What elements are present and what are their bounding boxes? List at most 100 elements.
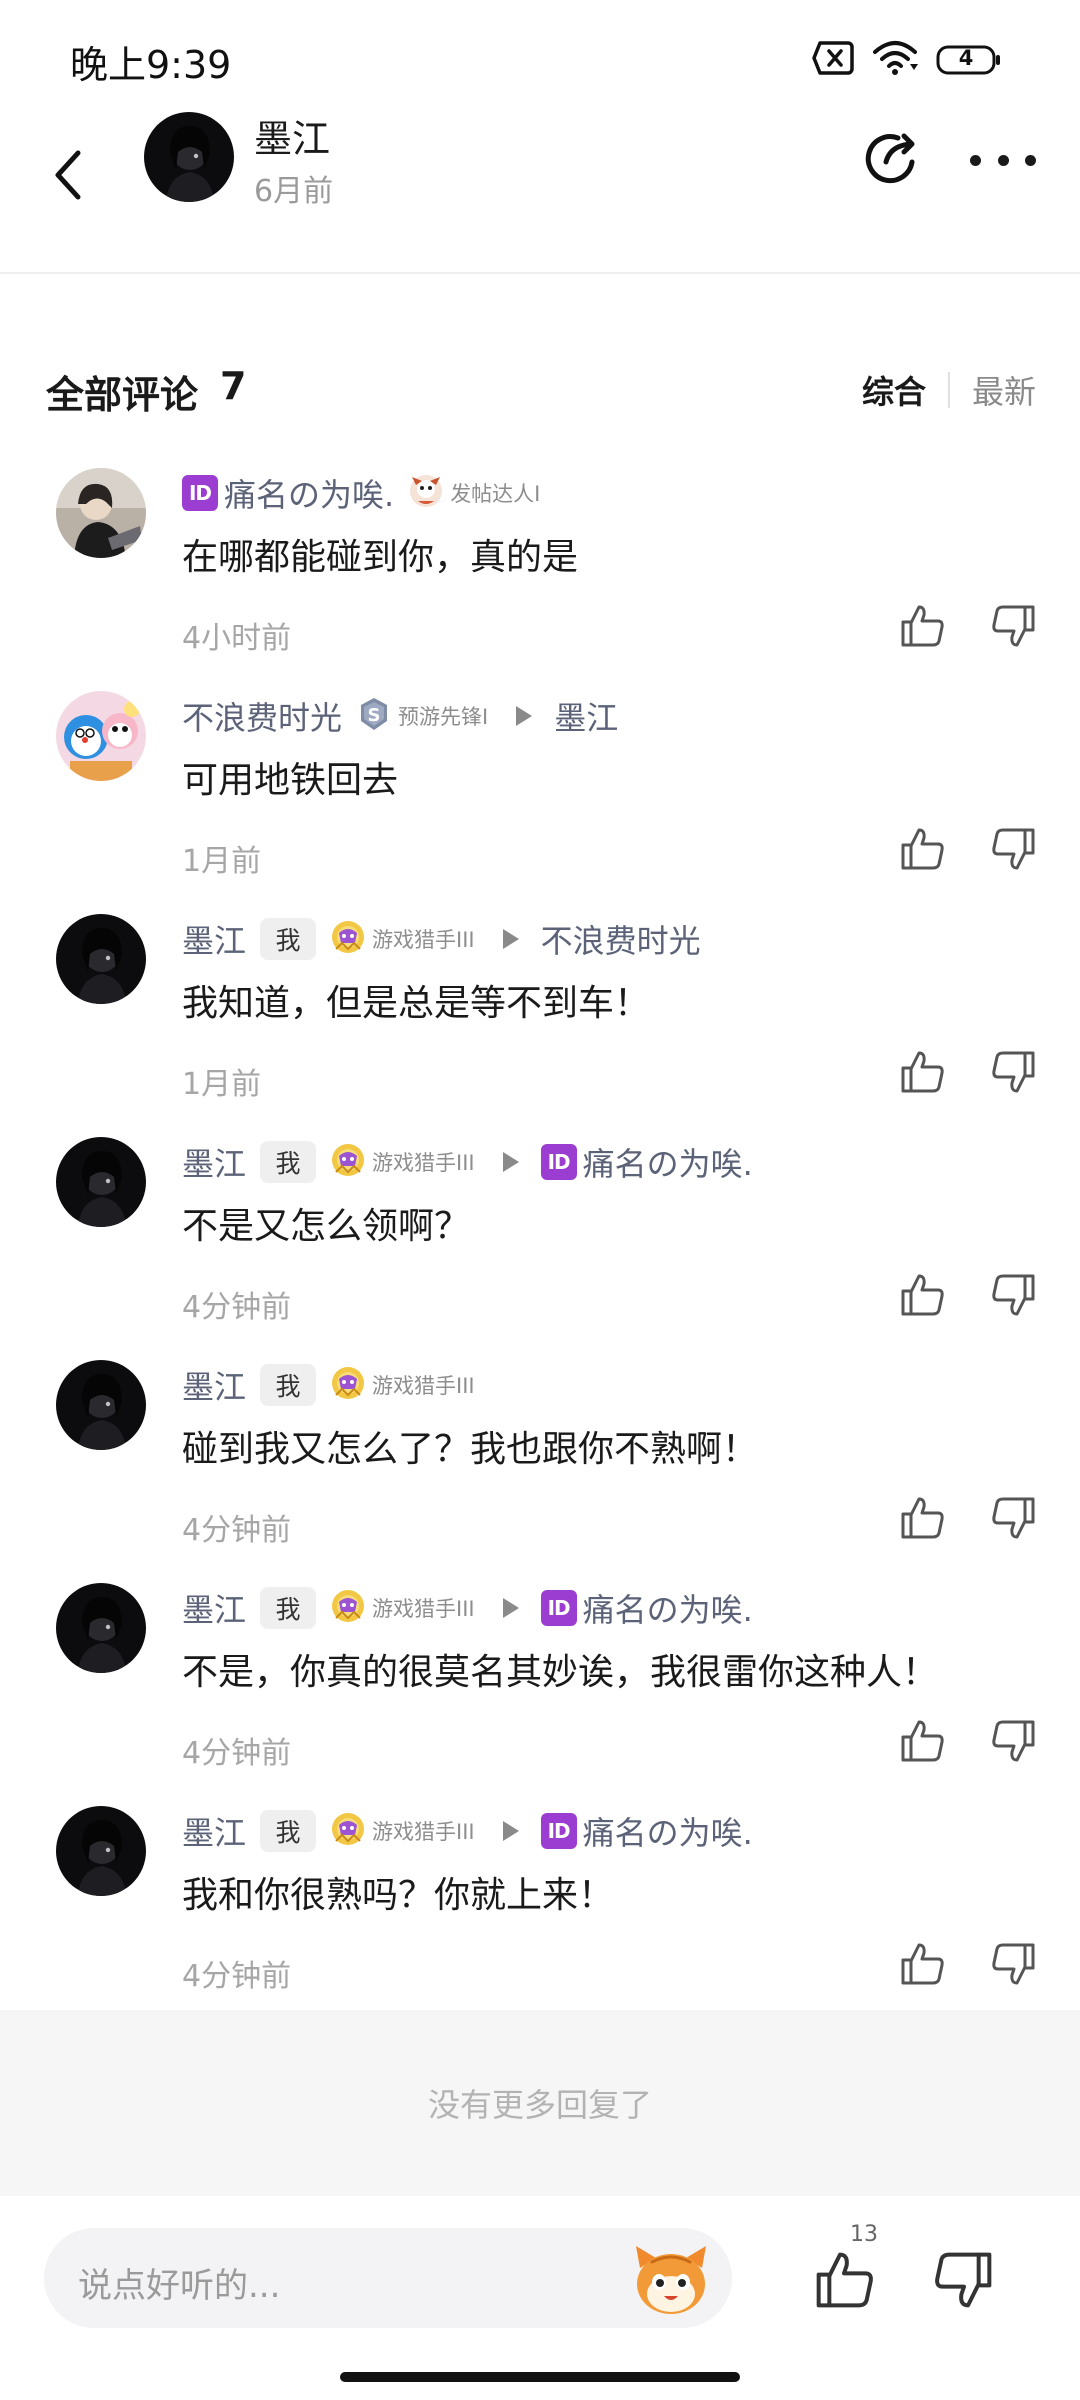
author-avatar[interactable] <box>144 112 234 202</box>
comment-meta: 墨江我 游戏猎手III <box>182 1362 475 1408</box>
more-button[interactable] <box>970 140 1036 180</box>
post-header: 墨江 6月前 <box>0 108 1080 272</box>
comment-item[interactable]: 墨江我 游戏猎手III 不浪费时光 我知道，但是总是等不到车！ 1月前 <box>0 914 1080 1137</box>
medal-label: 发帖达人I <box>450 482 541 506</box>
comment-item[interactable]: 墨江我 游戏猎手III ID 痛名の为唉. 不是又怎么领啊？ 4分钟前 <box>0 1137 1080 1360</box>
reply-target-name: 痛名の为唉. <box>582 1591 753 1629</box>
medal-icon <box>330 1811 366 1851</box>
comment-item[interactable]: 墨江我 游戏猎手III 碰到我又怎么了？我也跟你不熟啊！ 4分钟前 <box>0 1360 1080 1583</box>
reply-arrow-icon <box>516 706 533 726</box>
post-like-button[interactable] <box>812 2248 876 2312</box>
medal-badge[interactable]: 游戏猎手III <box>330 1142 475 1182</box>
commenter-avatar[interactable] <box>56 1806 146 1896</box>
comment-item[interactable]: 墨江我 游戏猎手III ID 痛名の为唉. 不是，你真的很莫名其妙诶，我很雷你这种人！ 4… <box>0 1583 1080 1806</box>
dislike-button[interactable] <box>990 1940 1038 1988</box>
commenter-avatar[interactable] <box>56 468 146 558</box>
comment-text[interactable]: 我和你很熟吗？你就上来！ <box>182 1866 614 1918</box>
comment-text[interactable]: 不是又怎么领啊？ <box>182 1197 470 1249</box>
medal-label: 预游先锋I <box>398 705 489 729</box>
like-button[interactable] <box>898 1940 946 1988</box>
id-badge-icon: ID <box>540 1590 577 1626</box>
like-button[interactable] <box>898 1048 946 1096</box>
id-badge-icon: ID <box>540 1144 577 1180</box>
comment-text[interactable]: 我知道，但是总是等不到车！ <box>182 974 650 1026</box>
commenter-avatar[interactable] <box>56 914 146 1004</box>
medal-label: 游戏猎手III <box>372 1597 475 1621</box>
no-more-text: 没有更多回复了 <box>427 2086 652 2124</box>
comment-item[interactable]: 墨江我 游戏猎手III ID 痛名の为唉. 我和你很熟吗？你就上来！ 4分钟前 <box>0 1806 1080 2029</box>
post-dislike-button[interactable] <box>932 2248 996 2312</box>
medal-icon <box>330 919 366 959</box>
more-icon <box>970 154 981 166</box>
reply-target-name: 不浪费时光 <box>540 922 701 960</box>
thumbs-down-icon <box>990 1943 1038 1992</box>
medal-label: 游戏猎手III <box>372 928 475 952</box>
thumbs-down-icon <box>990 1274 1038 1323</box>
commenter-name[interactable]: 痛名の为唉. <box>224 470 394 516</box>
status-time: 晚上9:39 <box>70 43 232 87</box>
commenter-avatar[interactable] <box>56 1137 146 1227</box>
reply-target[interactable]: ID 痛名の为唉. <box>540 1808 753 1854</box>
dislike-button[interactable] <box>990 602 1038 650</box>
sort-tab-comprehensive[interactable]: 综合 <box>862 367 926 413</box>
emoji-button[interactable] <box>630 2238 712 2320</box>
dislike-button[interactable] <box>990 825 1038 873</box>
dislike-button[interactable] <box>990 1494 1038 1542</box>
like-button[interactable] <box>898 602 946 650</box>
medal-badge[interactable]: 游戏猎手III <box>330 1811 475 1851</box>
like-button[interactable] <box>898 825 946 873</box>
back-button[interactable] <box>38 130 98 220</box>
sort-tab-latest[interactable]: 最新 <box>972 367 1036 413</box>
comment-input[interactable]: 说点好听的... <box>44 2228 732 2328</box>
me-badge: 我 <box>260 1810 317 1852</box>
comment-text[interactable]: 碰到我又怎么了？我也跟你不熟啊！ <box>182 1420 758 1472</box>
commenter-avatar[interactable] <box>56 1360 146 1450</box>
comment-item[interactable]: ID 痛名の为唉. 发帖达人I 在哪都能碰到你，真的是 4小时前 <box>0 468 1080 691</box>
author-name[interactable]: 墨江 <box>254 108 330 163</box>
medal-badge[interactable]: 游戏猎手III <box>330 919 475 959</box>
reply-target-name: 痛名の为唉. <box>582 1145 753 1183</box>
medal-badge[interactable]: S 预游先锋I <box>356 696 488 736</box>
home-indicator[interactable] <box>340 2372 740 2382</box>
dislike-button[interactable] <box>990 1271 1038 1319</box>
commenter-avatar[interactable] <box>56 691 146 781</box>
reply-arrow-icon <box>502 1821 519 1841</box>
reply-target[interactable]: ID 痛名の为唉. <box>540 1139 753 1185</box>
like-button[interactable] <box>898 1717 946 1765</box>
like-button[interactable] <box>898 1271 946 1319</box>
comment-time: 4分钟前 <box>182 1290 292 1325</box>
commenter-avatar[interactable] <box>56 1583 146 1673</box>
thumbs-down-icon <box>935 2252 992 2308</box>
comment-text[interactable]: 在哪都能碰到你，真的是 <box>182 528 578 580</box>
comments-count: 7 <box>220 364 247 408</box>
commenter-name[interactable]: 墨江 <box>182 1139 246 1185</box>
medal-icon: S <box>356 696 392 736</box>
thumbs-up-icon <box>898 605 946 654</box>
medal-badge[interactable]: 发帖达人I <box>408 473 540 513</box>
like-button[interactable] <box>898 1494 946 1542</box>
reply-target[interactable]: 墨江 <box>554 693 618 739</box>
post-like-count: 13 <box>850 2222 878 2247</box>
sim-error-icon <box>812 41 854 79</box>
dislike-button[interactable] <box>990 1717 1038 1765</box>
medal-badge[interactable]: 游戏猎手III <box>330 1365 475 1405</box>
reply-target[interactable]: ID 痛名の为唉. <box>540 1585 753 1631</box>
commenter-name[interactable]: 墨江 <box>182 1808 246 1854</box>
mascot-emoji-icon <box>636 2246 706 2314</box>
comment-text[interactable]: 不是，你真的很莫名其妙诶，我很雷你这种人！ <box>182 1643 938 1695</box>
comment-text[interactable]: 可用地铁回去 <box>182 751 398 803</box>
share-button[interactable] <box>862 128 924 190</box>
battery-level: 4 <box>958 46 974 70</box>
medal-badge[interactable]: 游戏猎手III <box>330 1588 475 1628</box>
commenter-name[interactable]: 墨江 <box>182 916 246 962</box>
commenter-name[interactable]: 墨江 <box>182 1362 246 1408</box>
comment-meta: 墨江我 游戏猎手III ID 痛名の为唉. <box>182 1585 753 1631</box>
thumbs-up-icon <box>898 1274 946 1323</box>
commenter-name[interactable]: 不浪费时光 <box>182 693 342 739</box>
thumbs-down-icon <box>990 1720 1038 1769</box>
commenter-name[interactable]: 墨江 <box>182 1585 246 1631</box>
dislike-button[interactable] <box>990 1048 1038 1096</box>
thumbs-up-icon <box>898 1720 946 1769</box>
reply-target[interactable]: 不浪费时光 <box>541 916 701 962</box>
comment-item[interactable]: 不浪费时光 S 预游先锋I 墨江 可用地铁回去 1月前 <box>0 691 1080 914</box>
